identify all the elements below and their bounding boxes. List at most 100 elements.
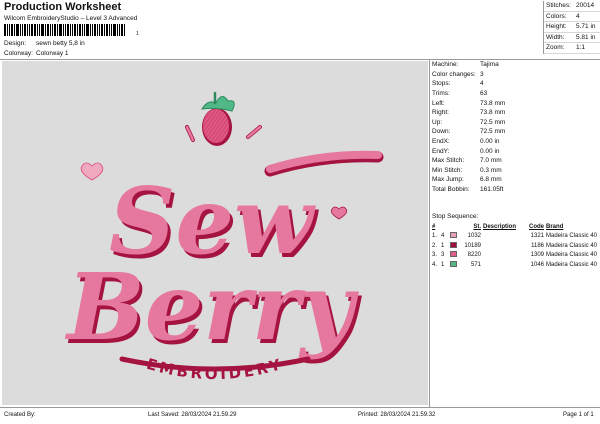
barcode-bar [29,24,30,36]
barcode-bar [79,24,81,36]
row-brand: Madeira Classic 40 [546,233,598,240]
barcode-bar [94,24,96,36]
header-code: Code [529,223,544,230]
stat-value: 5.81 in [576,33,596,41]
table-row: 2. 1 10189 1186 Madeira Classic 40 [432,241,598,251]
barcode-bar [7,24,8,36]
barcode-bar [34,24,36,36]
barcode-bar [22,24,23,36]
design-preview: Sew Sew Berry Berry EMBROIDERY [2,61,428,405]
word-berry: Berry [64,253,359,361]
color-swatch-cell [450,241,462,250]
colorway-label: Colorway: [4,50,33,57]
barcode-bar [109,24,110,36]
color-swatch [450,232,457,239]
stat-zoom: Zoom: 1:1 [544,43,600,54]
barcode-bar [27,24,28,36]
barcode-bar [54,24,56,36]
table-header: # St. Description Code Brand [432,222,598,232]
heart-icon [80,162,104,181]
barcode-bar [24,24,26,36]
barcode-bar [111,24,112,36]
software-subtitle: Wilcom EmbroideryStudio – Level 3 Advanc… [4,15,138,22]
printed-date: Printed: 28/03/2024 21.59.32 [358,412,436,418]
row-brand: Madeira Classic 40 [546,242,598,249]
row-number: 4. [432,261,438,268]
machine-row: Total Bobbin: 161.05ft [432,185,598,195]
barcode-bar [106,24,108,36]
machine-row: Machine: Tajima [432,60,598,70]
header-stitches: St. [473,223,481,230]
machine-label: Stops: [432,80,451,88]
row-number: 2. [432,242,438,249]
row-code: 1321 [530,233,544,240]
row-stitches: 8220 [467,252,481,259]
heart-icon [330,206,348,220]
barcode-bar [77,24,78,36]
machine-row: Max Jump: 6.8 mm [432,175,598,185]
machine-label: Color changes: [432,70,476,78]
machine-row: Right: 73.8 mm [432,108,598,118]
color-swatch-cell [450,260,462,269]
color-swatch [450,241,457,248]
barcode-bar [16,24,19,36]
barcode-bar [86,24,89,36]
machine-label: Max Jump: [432,176,464,184]
design-name-row: Design: sewn betty 5,8 in [4,40,85,47]
barcode-bar [82,24,83,36]
barcode-bar [11,24,13,36]
stat-value: 20014 [576,2,595,10]
colorway-row: Colorway: Colorway 1 [4,50,69,57]
table-row: 1. 4 1032 1321 Madeira Classic 40 [432,232,598,242]
barcode-bar [31,24,33,36]
machine-row: Trims: 63 [432,89,598,99]
stat-stitches: Stitches: 20014 [544,1,600,12]
barcode-bar [74,24,76,36]
machine-row: Left: 73.8 mm [432,98,598,108]
machine-label: EndX: [432,138,450,146]
machine-row: EndY: 0.00 in [432,146,598,156]
header-number: # [432,223,436,230]
color-swatch [450,260,457,267]
stat-colors: Colors: 4 [544,12,600,22]
created-by: Created By: [4,412,36,418]
barcode-bar [52,24,53,36]
design-value: sewn betty 5,8 in [36,40,85,47]
panel-divider [429,59,430,407]
machine-value: 73.8 mm [480,109,506,117]
row-stop: 3 [441,252,445,259]
machine-value: 72.5 mm [480,128,506,136]
barcode-bar [97,24,98,36]
stat-value: 4 [576,12,580,20]
barcode-number: 1 [136,31,139,37]
machine-row: Down: 72.5 mm [432,127,598,137]
barcode-bar [72,24,73,36]
footer-divider [0,407,600,408]
barcode-bar [101,24,103,36]
stat-height: Height: 5.71 in [544,22,600,33]
row-stop: 1 [441,261,445,268]
stat-label: Height: [546,23,567,31]
row-stitches: 571 [470,261,481,268]
machine-value: 6.8 mm [480,176,502,184]
barcode-bar [41,24,44,36]
machine-label: Max Stitch: [432,157,465,165]
stat-value: 1:1 [576,44,586,52]
stat-width: Width: 5.81 in [544,33,600,43]
row-stitches: 1032 [467,233,481,240]
row-brand: Madeira Classic 40 [546,252,598,259]
row-code: 1046 [530,261,544,268]
barcode-bar [117,24,118,36]
machine-label: EndY: [432,147,450,155]
row-stop: 4 [441,233,445,240]
barcode-bar [14,24,15,36]
barcode-bar [37,24,38,36]
barcode-bar [47,24,49,36]
machine-value: 73.8 mm [480,99,506,107]
color-swatch-cell [450,251,462,259]
machine-value: 72.5 mm [480,118,506,126]
stat-value: 5.71 in [576,23,596,31]
barcode-bar [99,24,100,36]
design-artwork: Sew Sew Berry Berry EMBROIDERY [64,91,384,383]
barcode [4,24,135,36]
